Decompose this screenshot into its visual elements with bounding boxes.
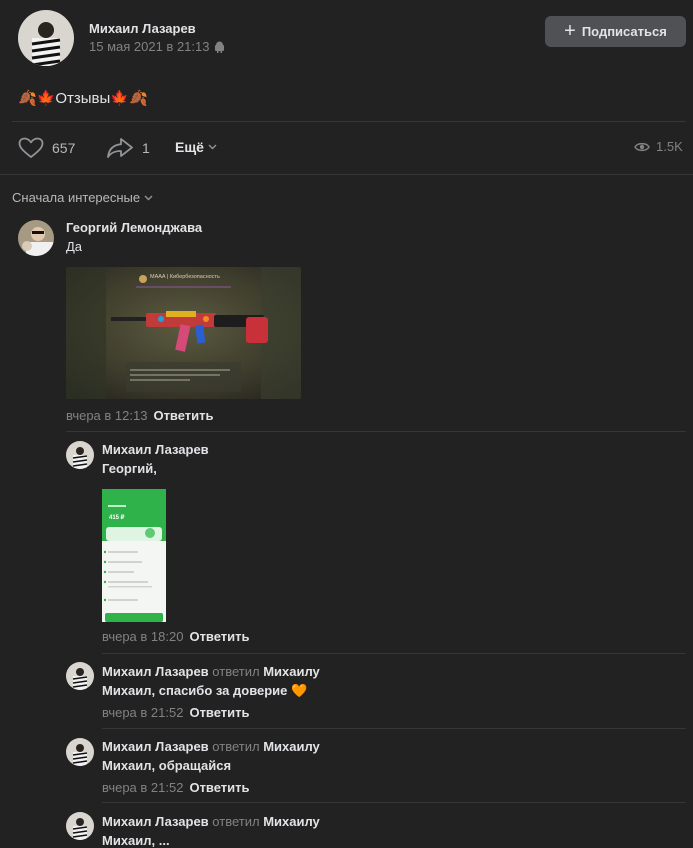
reply-author-avatar[interactable] <box>66 662 94 690</box>
subscribe-button[interactable]: + Подписаться <box>545 16 686 47</box>
reply-author-avatar[interactable] <box>66 738 94 766</box>
actions-divider <box>0 174 693 175</box>
image-header-text: MAAA | Кибербезопасность <box>150 274 220 280</box>
reply-divider <box>102 653 686 654</box>
subscribe-label: Подписаться <box>581 24 667 39</box>
comment-text: Да <box>66 239 83 254</box>
reply-meta: вчера в 21:52 Ответить <box>102 705 250 720</box>
comment-divider <box>66 431 686 432</box>
reply-meta: вчера в 18:20 Ответить <box>102 629 250 644</box>
reply-divider <box>102 728 686 729</box>
reply-text: Михаил, обращайся <box>102 758 232 773</box>
reply-text: Михаил, спасибо за доверие 🧡 <box>102 683 308 698</box>
eye-icon <box>634 142 650 151</box>
author-avatar[interactable] <box>18 10 74 66</box>
reply-header: Михаил Лазарев ответил Михаилу <box>102 739 320 754</box>
replied-to[interactable]: Михаилу <box>263 814 320 829</box>
reply-author-avatar[interactable] <box>66 441 94 469</box>
replied-to[interactable]: Михаилу <box>263 664 320 679</box>
chevron-down-icon <box>208 144 217 150</box>
reply-author[interactable]: Михаил Лазарев <box>102 739 209 754</box>
reply-text: Георгий, <box>102 461 157 476</box>
comment-author[interactable]: Георгий Лемонджава <box>66 220 202 235</box>
views-counter: 1.5K <box>634 139 683 154</box>
share-button[interactable]: 1 <box>106 137 150 159</box>
replied-word: ответил <box>212 664 260 679</box>
reply-time: вчера в 21:52 <box>102 705 184 720</box>
post-date: 15 мая 2021 в 21:13 <box>89 39 225 54</box>
comment-time: вчера в 12:13 <box>66 408 148 423</box>
reply-time: вчера в 18:20 <box>102 629 184 644</box>
comment-image-attachment[interactable]: MAAA | Кибербезопасность <box>66 267 301 399</box>
post-author-name[interactable]: Михаил Лазарев <box>89 21 196 36</box>
post-divider <box>12 121 686 122</box>
share-count: 1 <box>142 140 150 156</box>
reply-time: вчера в 21:52 <box>102 780 184 795</box>
reply-button[interactable]: Ответить <box>189 705 249 720</box>
reply-image-attachment[interactable]: 415 ₽ <box>102 489 166 622</box>
reply-button[interactable]: Ответить <box>153 408 213 423</box>
comments-sort-dropdown[interactable]: Сначала интересные <box>12 190 153 205</box>
views-count: 1.5K <box>656 139 683 154</box>
reply-button[interactable]: Ответить <box>189 629 249 644</box>
reply-divider <box>102 802 686 803</box>
reply-author[interactable]: Михаил Лазарев <box>102 814 209 829</box>
chevron-down-icon <box>144 195 153 200</box>
replied-word: ответил <box>212 739 260 754</box>
more-button[interactable]: Ещё <box>175 139 217 155</box>
android-icon <box>215 41 225 53</box>
like-button[interactable]: 657 <box>18 137 75 159</box>
reply-header: Михаил Лазарев ответил Михаилу <box>102 814 320 829</box>
comment-meta: вчера в 12:13 Ответить <box>66 408 214 423</box>
sort-label: Сначала интересные <box>12 190 141 205</box>
reply-header: Михаил Лазарев ответил Михаилу <box>102 664 320 679</box>
replied-to[interactable]: Михаилу <box>263 739 320 754</box>
plus-icon: + <box>564 19 576 42</box>
share-icon <box>107 138 133 158</box>
reply-button[interactable]: Ответить <box>189 780 249 795</box>
like-count: 657 <box>52 140 76 156</box>
post-text: 🍂🍁Отзывы🍁🍂 <box>18 90 148 107</box>
post-date-text: 15 мая 2021 в 21:13 <box>89 39 210 54</box>
reply-text: Михаил, ... <box>102 833 170 848</box>
image-amount-text: 415 ₽ <box>109 515 125 521</box>
reply-meta: вчера в 21:52 Ответить <box>102 780 250 795</box>
heart-icon <box>18 137 44 158</box>
more-label: Ещё <box>175 139 204 155</box>
replied-word: ответил <box>212 814 260 829</box>
reply-author[interactable]: Михаил Лазарев <box>102 442 209 457</box>
commenter-avatar[interactable] <box>18 220 54 256</box>
reply-author[interactable]: Михаил Лазарев <box>102 664 209 679</box>
